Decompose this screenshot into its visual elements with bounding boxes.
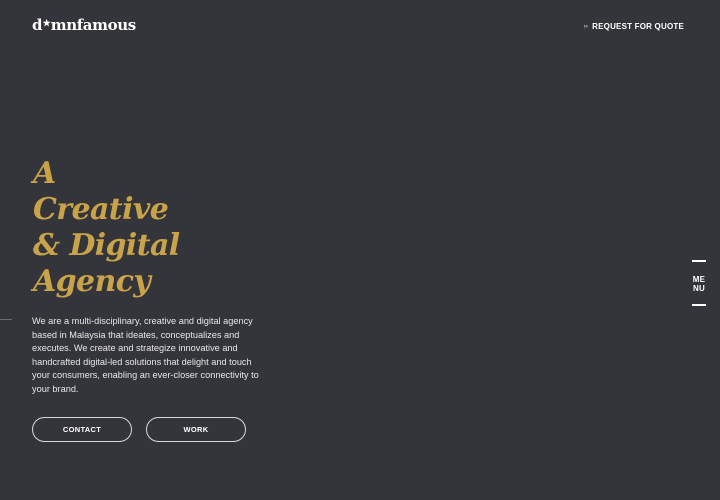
double-chevron-icon: ›› xyxy=(583,23,589,30)
hero-title-line: Creative xyxy=(33,192,169,227)
menu-toggle-button[interactable]: ME NU xyxy=(692,258,706,308)
hero-title-line: & Digital xyxy=(33,228,180,263)
hero-title-line: Agency xyxy=(33,264,151,299)
work-button[interactable]: WORK xyxy=(146,417,246,442)
hero-title: A Creative & Digital Agency xyxy=(33,156,180,300)
menu-label: ME NU xyxy=(692,275,706,293)
menu-bar-icon xyxy=(692,304,706,306)
left-edge-divider xyxy=(0,319,12,320)
menu-label-line: ME xyxy=(692,275,706,284)
logo-text-end: mnfamous xyxy=(50,16,136,34)
request-quote-link[interactable]: ›› REQUEST FOR QUOTE xyxy=(584,22,684,31)
brand-logo[interactable]: d ★ mnfamous xyxy=(32,16,136,34)
hero-title-line: A xyxy=(33,156,56,191)
request-quote-label: REQUEST FOR QUOTE xyxy=(592,22,684,31)
logo-text-start: d xyxy=(32,16,43,34)
contact-button[interactable]: CONTACT xyxy=(32,417,132,442)
hero-description: We are a multi-disciplinary, creative an… xyxy=(32,316,259,394)
menu-label-line: NU xyxy=(693,284,705,293)
logo-star-icon: ★ xyxy=(42,19,51,29)
menu-bar-icon xyxy=(692,260,706,262)
